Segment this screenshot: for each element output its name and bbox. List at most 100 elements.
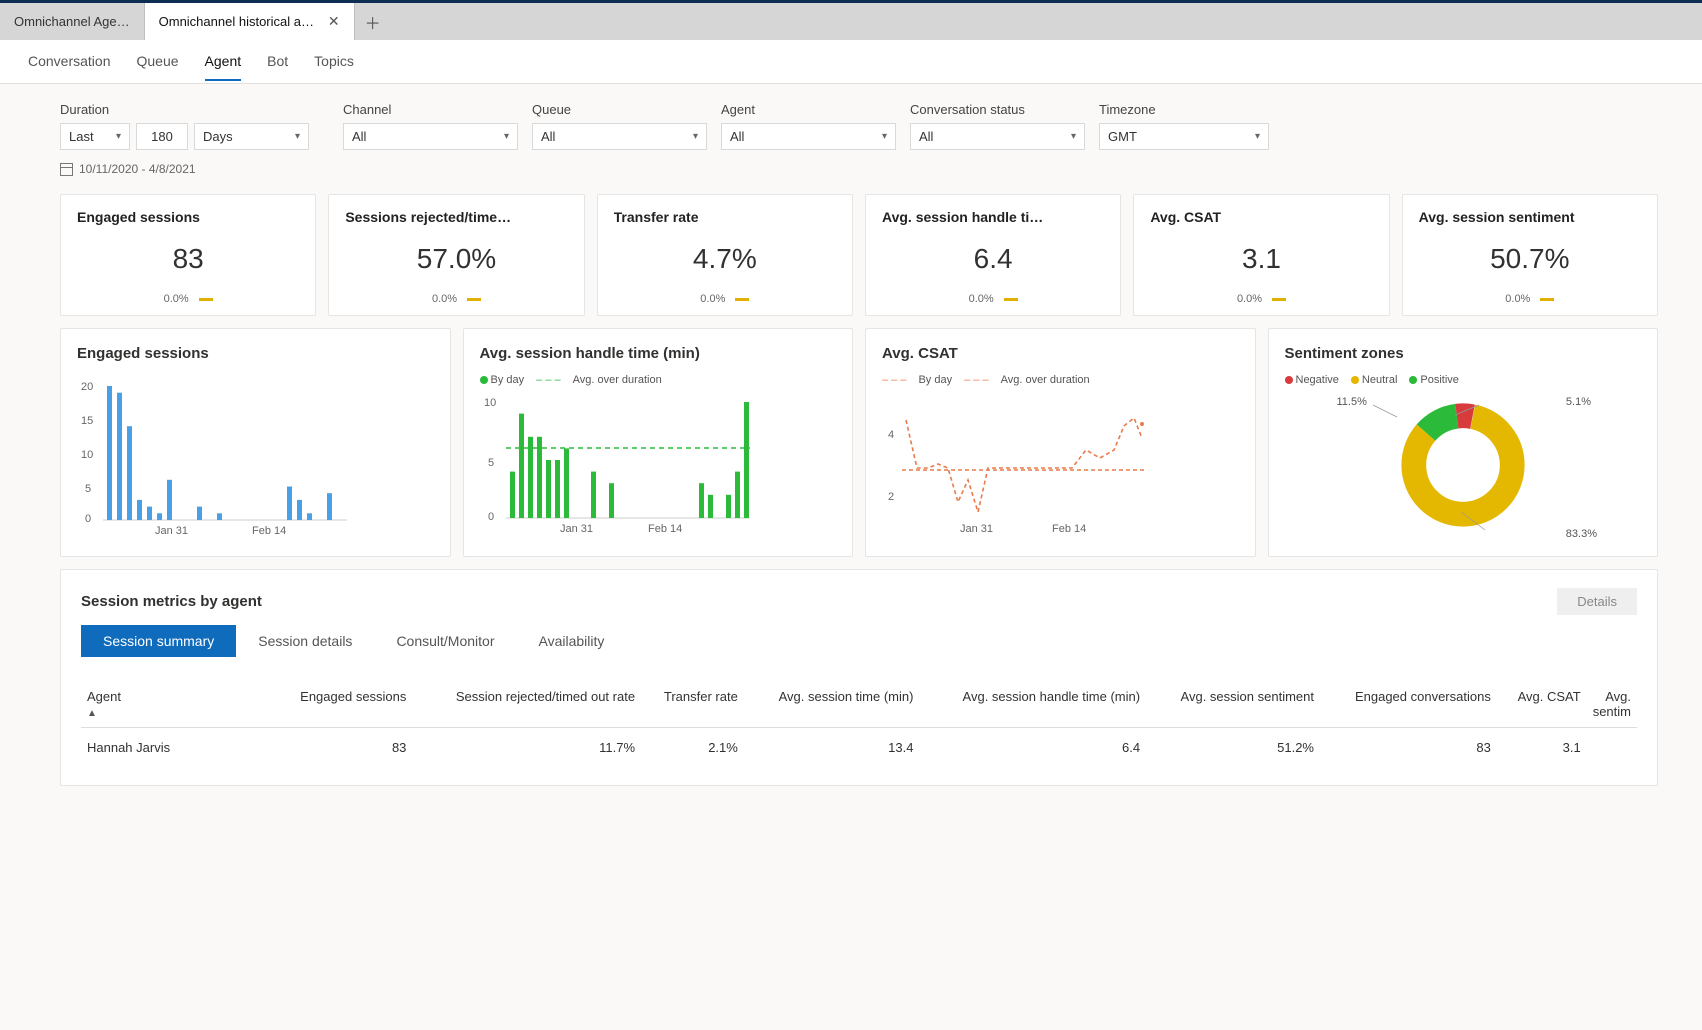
tab-omnichannel-agent[interactable]: Omnichannel Age… bbox=[0, 3, 145, 40]
timezone-select[interactable]: GMT ▾ bbox=[1099, 123, 1269, 150]
kpi-sentiment[interactable]: Avg. session sentiment 50.7% 0.0% bbox=[1402, 194, 1658, 316]
tab-label: Omnichannel historical an… bbox=[159, 14, 320, 29]
col-rejected[interactable]: Session rejected/timed out rate bbox=[412, 681, 641, 728]
status-select[interactable]: All ▾ bbox=[910, 123, 1085, 150]
tab-session-summary[interactable]: Session summary bbox=[81, 625, 236, 657]
kpi-delta: 0.0% bbox=[432, 293, 457, 305]
col-handle-time[interactable]: Avg. session handle time (min) bbox=[919, 681, 1146, 728]
add-tab-button[interactable]: ＋ bbox=[355, 3, 391, 40]
duration-label: Duration bbox=[60, 102, 309, 117]
select-value: Last bbox=[69, 129, 94, 144]
col-csat[interactable]: Avg. CSAT bbox=[1497, 681, 1587, 728]
calendar-icon bbox=[60, 163, 73, 176]
chart-legend: Negative Neutral Positive bbox=[1285, 374, 1642, 386]
metrics-inner-tabs: Session summary Session details Consult/… bbox=[81, 625, 1637, 657]
chevron-down-icon: ▾ bbox=[693, 131, 698, 142]
tab-bot[interactable]: Bot bbox=[267, 43, 288, 81]
chart-title: Avg. CSAT bbox=[882, 345, 1239, 362]
tab-topics[interactable]: Topics bbox=[314, 43, 354, 81]
details-button[interactable]: Details bbox=[1557, 588, 1637, 615]
app-tabbar: Omnichannel Age… Omnichannel historical … bbox=[0, 3, 1702, 40]
col-session-time[interactable]: Avg. session time (min) bbox=[744, 681, 920, 728]
channel-label: Channel bbox=[343, 102, 518, 117]
line-chart: 4 2 Jan 31 Feb 14 bbox=[882, 390, 1152, 535]
svg-text:5: 5 bbox=[488, 457, 494, 469]
status-label: Conversation status bbox=[910, 102, 1085, 117]
chart-csat[interactable]: Avg. CSAT – – –By day – – –Avg. over dur… bbox=[865, 328, 1256, 557]
col-sentiment-cut[interactable]: Avg. sentim bbox=[1587, 681, 1637, 728]
chart-handle-time[interactable]: Avg. session handle time (min) By day – … bbox=[463, 328, 854, 557]
kpi-value: 3.1 bbox=[1150, 243, 1372, 275]
kpi-transfer-rate[interactable]: Transfer rate 4.7% 0.0% bbox=[597, 194, 853, 316]
input-value: 180 bbox=[151, 129, 173, 144]
kpi-delta: 0.0% bbox=[700, 293, 725, 305]
chart-sentiment-zones[interactable]: Sentiment zones Negative Neutral Positiv… bbox=[1268, 328, 1659, 557]
col-engaged[interactable]: Engaged sessions bbox=[271, 681, 412, 728]
chart-legend: By day – – –Avg. over duration bbox=[480, 374, 837, 386]
kpi-value: 83 bbox=[77, 243, 299, 275]
kpi-delta: 0.0% bbox=[969, 293, 994, 305]
kpi-engaged-sessions[interactable]: Engaged sessions 83 0.0% bbox=[60, 194, 316, 316]
chart-engaged-sessions[interactable]: Engaged sessions 20 15 10 5 0 Jan 31 Feb… bbox=[60, 328, 451, 557]
col-agent[interactable]: Agent▲ bbox=[81, 681, 271, 728]
svg-text:Feb 14: Feb 14 bbox=[252, 525, 286, 537]
tab-consult-monitor[interactable]: Consult/Monitor bbox=[374, 625, 516, 657]
col-transfer[interactable]: Transfer rate bbox=[641, 681, 744, 728]
legend-dot-icon bbox=[480, 376, 488, 384]
queue-select[interactable]: All ▾ bbox=[532, 123, 707, 150]
legend-dot-icon bbox=[1285, 376, 1293, 384]
bar-chart: 20 15 10 5 0 Jan 31 Feb 14 bbox=[77, 374, 347, 539]
select-value: All bbox=[541, 129, 555, 144]
select-value: All bbox=[352, 129, 366, 144]
chevron-down-icon: ▾ bbox=[1071, 131, 1076, 142]
kpi-rejected-rate[interactable]: Sessions rejected/time… 57.0% 0.0% bbox=[328, 194, 584, 316]
table-row[interactable]: Hannah Jarvis 83 11.7% 2.1% 13.4 6.4 51.… bbox=[81, 728, 1637, 768]
svg-text:2: 2 bbox=[888, 491, 894, 503]
cell-agent: Hannah Jarvis bbox=[81, 728, 271, 768]
col-conversations[interactable]: Engaged conversations bbox=[1320, 681, 1497, 728]
kpi-delta: 0.0% bbox=[1505, 293, 1530, 305]
timezone-label: Timezone bbox=[1099, 102, 1269, 117]
col-sentiment[interactable]: Avg. session sentiment bbox=[1146, 681, 1320, 728]
date-range-display: 10/11/2020 - 4/8/2021 bbox=[60, 162, 309, 176]
trend-flat-icon bbox=[1540, 298, 1554, 301]
close-icon[interactable]: ✕ bbox=[328, 13, 340, 30]
kpi-title: Avg. CSAT bbox=[1150, 209, 1372, 225]
donut-label-negative: 5.1% bbox=[1566, 396, 1591, 408]
session-metrics-card: Session metrics by agent Details Session… bbox=[60, 569, 1658, 786]
kpi-csat[interactable]: Avg. CSAT 3.1 0.0% bbox=[1133, 194, 1389, 316]
svg-text:5: 5 bbox=[85, 483, 91, 495]
tab-queue[interactable]: Queue bbox=[137, 43, 179, 81]
chevron-down-icon: ▾ bbox=[295, 131, 300, 142]
chevron-down-icon: ▾ bbox=[504, 131, 509, 142]
kpi-handle-time[interactable]: Avg. session handle ti… 6.4 0.0% bbox=[865, 194, 1121, 316]
channel-select[interactable]: All ▾ bbox=[343, 123, 518, 150]
donut-label-neutral: 83.3% bbox=[1566, 528, 1597, 540]
cell-value: 11.7% bbox=[412, 728, 641, 768]
chart-title: Engaged sessions bbox=[77, 345, 434, 362]
svg-text:Feb 14: Feb 14 bbox=[648, 523, 682, 535]
cell-value bbox=[1587, 728, 1637, 768]
cell-value: 51.2% bbox=[1146, 728, 1320, 768]
duration-value-input[interactable]: 180 bbox=[136, 123, 188, 150]
queue-label: Queue bbox=[532, 102, 707, 117]
select-value: All bbox=[919, 129, 933, 144]
tab-session-details[interactable]: Session details bbox=[236, 625, 374, 657]
trend-flat-icon bbox=[199, 298, 213, 301]
agent-select[interactable]: All ▾ bbox=[721, 123, 896, 150]
sort-asc-icon: ▲ bbox=[87, 708, 265, 719]
kpi-title: Sessions rejected/time… bbox=[345, 209, 567, 225]
tab-omnichannel-historical[interactable]: Omnichannel historical an… ✕ bbox=[145, 3, 355, 40]
tab-agent[interactable]: Agent bbox=[205, 43, 242, 81]
duration-mode-select[interactable]: Last ▾ bbox=[60, 123, 130, 150]
chevron-down-icon: ▾ bbox=[1255, 131, 1260, 142]
svg-text:4: 4 bbox=[888, 429, 894, 441]
tab-label: Omnichannel Age… bbox=[14, 14, 130, 29]
kpi-title: Avg. session handle ti… bbox=[882, 209, 1104, 225]
tab-availability[interactable]: Availability bbox=[516, 625, 626, 657]
cell-value: 2.1% bbox=[641, 728, 744, 768]
cell-value: 83 bbox=[1320, 728, 1497, 768]
trend-flat-icon bbox=[467, 298, 481, 301]
tab-conversation[interactable]: Conversation bbox=[28, 43, 111, 81]
duration-unit-select[interactable]: Days ▾ bbox=[194, 123, 309, 150]
